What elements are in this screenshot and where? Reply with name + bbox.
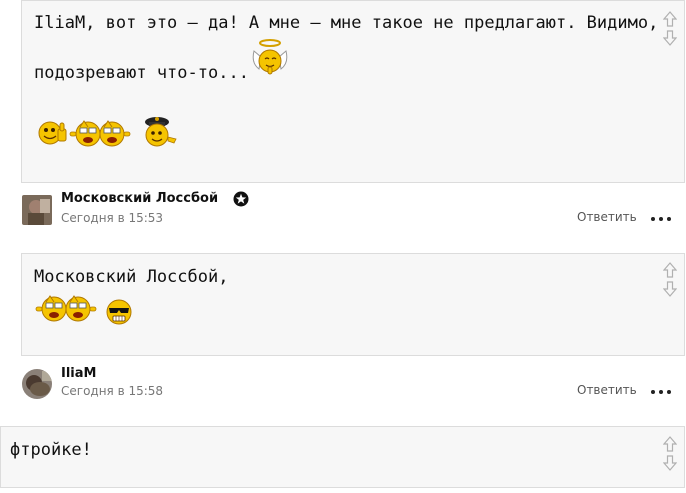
comment-post-1: IliaM, вот это — да! А мне — мне такое н… [21, 0, 685, 183]
comment-text-line: подозревают что-то... [34, 63, 249, 83]
comment-timestamp: Сегодня в 15:53 [61, 211, 164, 225]
vote-up-button[interactable] [662, 436, 678, 452]
comment-author-row: IliaM Сегодня в 15:58 Ответить [0, 359, 686, 403]
vote-down-button[interactable] [662, 281, 678, 297]
vote-down-button[interactable] [662, 455, 678, 471]
avatar[interactable] [22, 195, 52, 225]
comment-post-3: фтройке! [0, 426, 685, 488]
vote-up-button[interactable] [662, 11, 678, 27]
comment-author-row: Московский Лоссбой Сегодня в 15:53 Ответ… [0, 186, 686, 230]
vote-down-button[interactable] [662, 30, 678, 46]
angel-smiley-icon [252, 39, 288, 75]
comment-text-line: фтройке! [10, 440, 92, 460]
vote-down-icon [663, 455, 677, 471]
more-options-button[interactable] [651, 387, 671, 397]
vote-down-icon [663, 281, 677, 297]
reply-button[interactable]: Ответить [577, 210, 637, 224]
laughing-smileys-icon [69, 120, 131, 147]
laughing-smileys-icon [35, 295, 97, 322]
more-options-button[interactable] [651, 214, 671, 224]
star-badge-icon [233, 191, 249, 207]
cool-smiley-icon [106, 299, 132, 325]
reply-button[interactable]: Ответить [577, 383, 637, 397]
author-name[interactable]: Московский Лоссбой [61, 191, 218, 206]
thumbs-up-smiley-icon [38, 121, 67, 145]
vote-up-icon [663, 436, 677, 452]
more-icon [651, 217, 655, 221]
vote-down-icon [663, 30, 677, 46]
avatar[interactable] [22, 369, 52, 399]
vote-up-icon [663, 11, 677, 27]
author-name[interactable]: IliaM [61, 366, 96, 381]
comment-timestamp: Сегодня в 15:58 [61, 384, 164, 398]
more-icon [651, 390, 655, 394]
comment-post-2: Московский Лоссбой, [21, 253, 685, 356]
comment-text-line: Московский Лоссбой, [34, 267, 229, 287]
officer-smiley-icon [145, 117, 177, 147]
vote-up-button[interactable] [662, 262, 678, 278]
vote-up-icon [663, 262, 677, 278]
comment-text-line: IliaM, вот это — да! А мне — мне такое н… [34, 13, 659, 33]
